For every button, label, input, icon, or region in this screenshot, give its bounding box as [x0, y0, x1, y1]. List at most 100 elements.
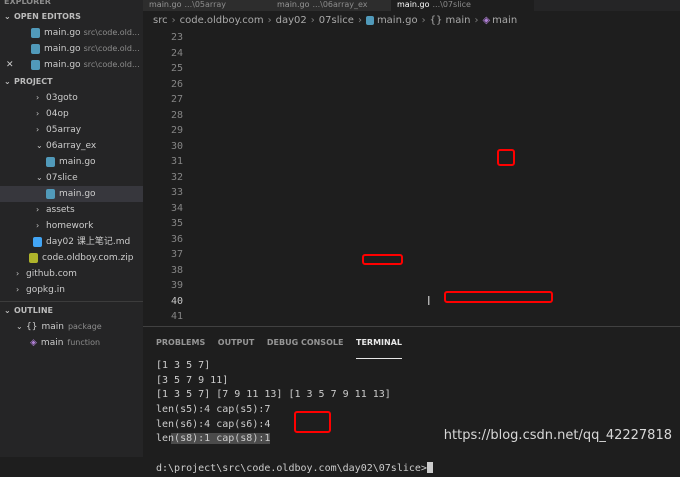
code-line: 29 — [143, 123, 680, 139]
tab-main-go-07slice[interactable]: main.go ...\07slice — [391, 0, 534, 11]
tab-debug-console[interactable]: DEBUG CONSOLE — [267, 327, 344, 359]
terminal-prompt: d:\project\src\code.oldboy.com\day02\07s… — [156, 462, 680, 477]
terminal-line: [1 3 5 7] [7 9 11 13] [1 3 5 7 9 11 13] — [156, 389, 391, 401]
line-number: 41 — [170, 311, 183, 322]
code-line: 37 — [143, 247, 680, 263]
chevron-right-icon: › — [267, 15, 272, 26]
tab-terminal[interactable]: TERMINAL — [355, 328, 402, 359]
code-line: 31 — [143, 154, 680, 170]
open-editor-item[interactable]: main.go src\code.old... — [0, 25, 143, 41]
code-line-current: 40 — [143, 294, 680, 310]
markdown-file-icon — [33, 236, 42, 247]
terminal-line-text: len(s8):1 cap(s8):1 — [156, 433, 271, 445]
tree-item-github[interactable]: › github.com — [0, 266, 143, 282]
outline-item-package[interactable]: ⌄{} main package — [0, 319, 143, 335]
chevron-right-icon: › — [36, 109, 40, 118]
annotation-box — [497, 149, 515, 166]
panel-tabs: PROBLEMS OUTPUT DEBUG CONSOLE TERMINAL — [143, 327, 680, 359]
tree-item-gopkg[interactable]: › gopkg.in — [0, 282, 143, 298]
line-number: 29 — [170, 125, 183, 136]
function-icon: ◈ — [30, 338, 37, 348]
tree-item-homework[interactable]: › homework — [0, 218, 143, 234]
code-line: 38 — [143, 263, 680, 279]
line-number: 27 — [170, 94, 183, 105]
code-line: 26 — [143, 77, 680, 93]
annotation-box — [444, 291, 553, 303]
function-icon: ◈ — [482, 15, 491, 26]
close-icon[interactable]: ✕ — [6, 57, 14, 73]
line-number: 28 — [170, 109, 183, 121]
code-line: 36 — [143, 232, 680, 248]
outline-item-function[interactable]: ◈ main function — [0, 335, 143, 351]
outline-header[interactable]: ⌄ OUTLINE — [0, 301, 143, 319]
breadcrumb-item[interactable]: main — [492, 15, 517, 26]
line-number: 24 — [170, 47, 183, 59]
line-number: 37 — [170, 249, 183, 260]
breadcrumb-item[interactable]: src — [153, 15, 168, 26]
breadcrumb-item[interactable]: main.go — [377, 15, 418, 26]
breadcrumb: src › code.oldboy.com › day02 › 07slice › main.g… — [143, 11, 680, 30]
chevron-down-icon: ⌄ — [4, 77, 11, 86]
tree-item-main-go[interactable]: main.go — [0, 154, 143, 170]
code-line: 33 — [143, 185, 680, 201]
project-header[interactable]: ⌄ PROJECT — [0, 73, 143, 90]
chevron-right-icon: › — [36, 125, 40, 134]
breadcrumb-item[interactable]: 07slice — [319, 15, 354, 26]
tree-item-zip[interactable]: code.oldboy.com.zip — [0, 250, 143, 266]
open-editor-item[interactable]: main.go src\code.old... — [0, 41, 143, 57]
tree-item-notes-md[interactable]: day02 课上笔记.md — [0, 234, 143, 250]
chevron-down-icon: ⌄ — [36, 173, 43, 182]
tree-item-05array[interactable]: › 05array — [0, 122, 143, 138]
code-editor[interactable]: 23 24 25 26 27 28 29 30 31 32 33 34 35 3… — [143, 30, 680, 326]
terminal-line: len(s5):4 cap(s5):7 — [156, 404, 271, 416]
go-file-icon — [46, 156, 55, 167]
tree-item-06array-ex[interactable]: ⌄ 06array_ex — [0, 138, 143, 154]
breadcrumb-item[interactable]: day02 — [276, 15, 307, 26]
code-line: 32 — [143, 170, 680, 186]
line-number: 35 — [170, 218, 183, 229]
tab-problems[interactable]: PROBLEMS — [156, 327, 205, 359]
go-file-icon — [31, 43, 40, 54]
chevron-down-icon: ⌄ — [4, 306, 11, 315]
tree-item-04op[interactable]: › 04op — [0, 106, 143, 122]
line-number: 31 — [170, 156, 183, 167]
annotation-box — [294, 411, 331, 433]
code-line: 28 — [143, 108, 680, 124]
chevron-right-icon: › — [310, 15, 315, 26]
tree-item-03goto[interactable]: › 03goto — [0, 90, 143, 106]
tab-main-go-05array[interactable]: main.go ...\05array — [143, 0, 276, 11]
breadcrumb-item[interactable]: code.oldboy.com — [180, 15, 264, 26]
line-number: 38 — [170, 264, 183, 276]
chevron-right-icon: › — [16, 269, 20, 278]
code-line: 25 — [143, 61, 680, 77]
tree-item-assets[interactable]: › assets — [0, 202, 143, 218]
code-line: 41 — [143, 309, 680, 325]
chevron-right-icon: › — [36, 93, 40, 102]
tree-item-07slice[interactable]: ⌄ 07slice — [0, 170, 143, 186]
chevron-right-icon: › — [36, 221, 40, 230]
chevron-right-icon: › — [421, 15, 426, 26]
editor-tabs: main.go ...\05array main.go ...\06array_ex… — [143, 0, 680, 11]
tab-output[interactable]: OUTPUT — [218, 327, 255, 359]
chevron-down-icon: ⌄ — [16, 322, 23, 331]
terminal[interactable]: [1 3 5 7] [3 5 7 9 11] [1 3 5 7] [7 9 11… — [143, 359, 680, 477]
chevron-right-icon: › — [474, 15, 479, 26]
line-number: 25 — [170, 63, 183, 74]
open-editor-item-active[interactable]: ✕ main.go src\code.old... — [0, 57, 143, 73]
line-number: 40 — [170, 295, 183, 307]
line-number: 39 — [170, 280, 183, 291]
open-editors-header[interactable]: ⌄ OPEN EDITORS — [0, 8, 143, 25]
chevron-right-icon: › — [36, 205, 40, 214]
tree-item-main-go-selected[interactable]: main.go — [0, 186, 143, 202]
braces-icon: {} — [26, 322, 38, 332]
terminal-line: [3 5 7 9 11] — [156, 374, 229, 386]
terminal-cursor — [426, 462, 433, 474]
go-file-icon — [31, 59, 40, 70]
code-line: 27 — [143, 92, 680, 108]
terminal-line: [1 3 5 7] — [156, 360, 211, 371]
tab-main-go-06array-ex[interactable]: main.go ...\06array_ex — [271, 0, 396, 11]
go-file-icon — [46, 188, 55, 199]
annotation-box — [362, 254, 403, 265]
breadcrumb-item[interactable]: {} main — [430, 15, 471, 26]
